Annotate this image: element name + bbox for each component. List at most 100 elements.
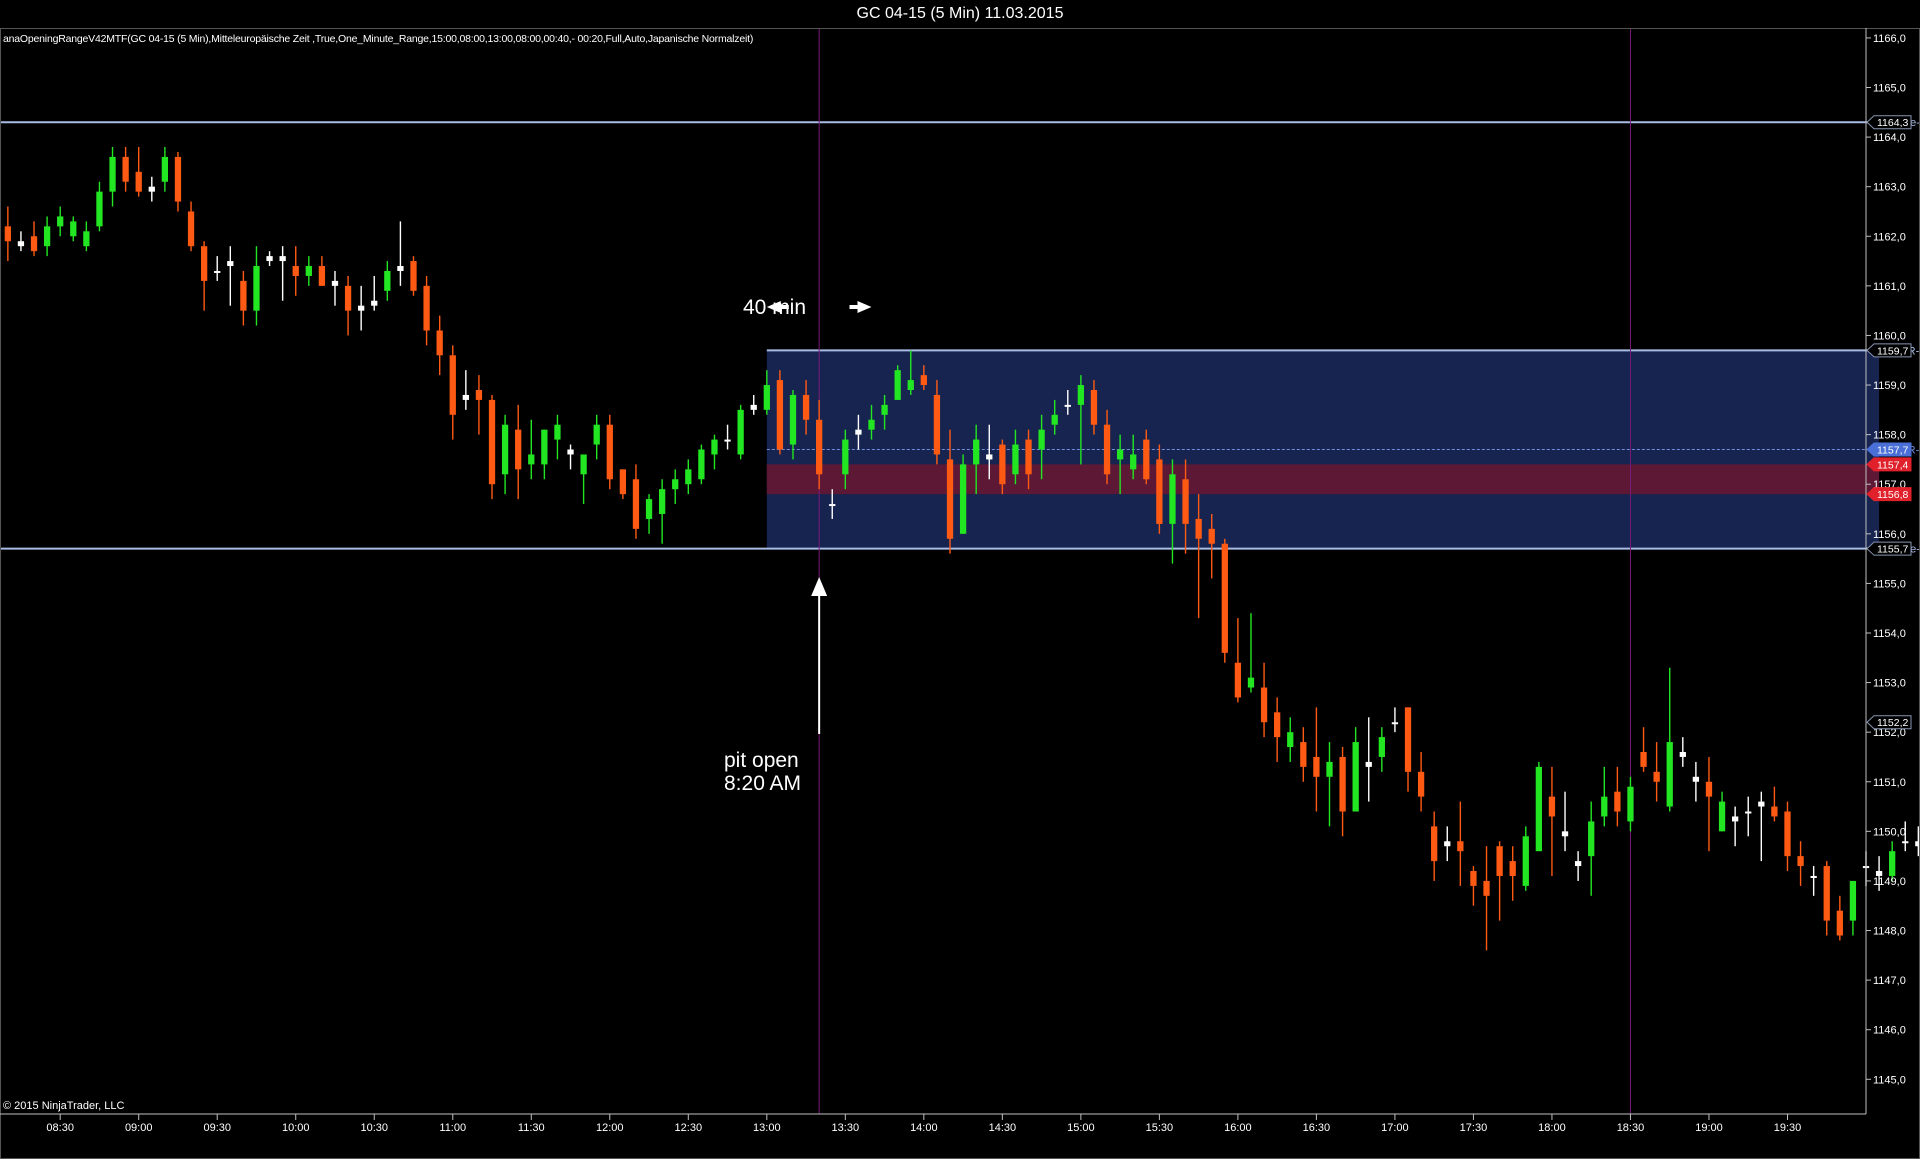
candle[interactable] bbox=[488, 394, 496, 500]
candle[interactable] bbox=[240, 270, 247, 326]
candle[interactable] bbox=[305, 256, 312, 286]
candle[interactable] bbox=[1378, 727, 1385, 772]
candle[interactable] bbox=[436, 315, 443, 376]
candle[interactable] bbox=[1300, 727, 1307, 782]
candle[interactable] bbox=[528, 419, 535, 480]
candle[interactable] bbox=[1417, 752, 1425, 812]
candle[interactable] bbox=[776, 370, 784, 455]
candle[interactable] bbox=[698, 444, 705, 485]
candle[interactable] bbox=[1705, 756, 1713, 852]
candlestick-chart[interactable]: Pre-HighOR-HighOR-MidPre-Low/OR-Low 1145… bbox=[0, 0, 1920, 1159]
candle[interactable] bbox=[1666, 667, 1673, 812]
candle[interactable] bbox=[1627, 776, 1634, 832]
candle[interactable] bbox=[1574, 851, 1582, 881]
candle[interactable] bbox=[57, 206, 64, 237]
candle[interactable] bbox=[593, 414, 600, 460]
candle[interactable] bbox=[894, 365, 901, 400]
candle[interactable] bbox=[122, 147, 129, 192]
candle[interactable] bbox=[737, 404, 744, 460]
candle[interactable] bbox=[959, 454, 967, 534]
candle[interactable] bbox=[1718, 791, 1726, 832]
candle[interactable] bbox=[449, 345, 456, 440]
candle[interactable] bbox=[200, 241, 208, 311]
candle[interactable] bbox=[161, 147, 169, 192]
candle[interactable] bbox=[1352, 727, 1359, 812]
candle[interactable] bbox=[17, 231, 25, 252]
candle[interactable] bbox=[750, 394, 757, 415]
candle[interactable] bbox=[96, 181, 103, 232]
candle[interactable] bbox=[1287, 717, 1294, 762]
candle[interactable] bbox=[711, 434, 718, 470]
candle[interactable] bbox=[253, 246, 260, 326]
candle[interactable] bbox=[645, 494, 653, 534]
candle[interactable] bbox=[43, 216, 51, 257]
candle[interactable] bbox=[1522, 826, 1529, 891]
candle[interactable] bbox=[331, 270, 339, 306]
candle[interactable] bbox=[1326, 742, 1333, 827]
candle[interactable] bbox=[1771, 786, 1778, 822]
candle[interactable] bbox=[1797, 841, 1804, 886]
candle[interactable] bbox=[148, 176, 155, 202]
candle[interactable] bbox=[501, 414, 509, 495]
candle[interactable] bbox=[292, 246, 299, 296]
candle[interactable] bbox=[1483, 846, 1490, 951]
candle[interactable] bbox=[358, 285, 365, 331]
candle[interactable] bbox=[1745, 796, 1752, 837]
candle[interactable] bbox=[1548, 766, 1556, 876]
candle[interactable] bbox=[1247, 613, 1255, 693]
candle[interactable] bbox=[1339, 747, 1346, 837]
candle[interactable] bbox=[1431, 811, 1438, 881]
candle[interactable] bbox=[462, 370, 469, 410]
candle[interactable] bbox=[606, 414, 613, 490]
candle[interactable] bbox=[1274, 697, 1281, 762]
candle[interactable] bbox=[1614, 766, 1621, 827]
candle[interactable] bbox=[318, 256, 326, 286]
candle[interactable] bbox=[1313, 707, 1320, 812]
candle[interactable] bbox=[541, 429, 548, 480]
candle[interactable] bbox=[1679, 737, 1686, 767]
candle[interactable] bbox=[214, 256, 221, 281]
candle[interactable] bbox=[109, 147, 116, 207]
candle[interactable] bbox=[632, 464, 640, 539]
candle[interactable] bbox=[30, 221, 38, 257]
candle[interactable] bbox=[187, 201, 195, 252]
candle[interactable] bbox=[1404, 707, 1412, 792]
candle[interactable] bbox=[384, 261, 391, 301]
candle[interactable] bbox=[1810, 866, 1817, 896]
chart-frame[interactable]: Pre-HighOR-HighOR-MidPre-Low/OR-Low 1145… bbox=[0, 0, 1920, 1159]
candle[interactable] bbox=[135, 147, 142, 197]
candle[interactable] bbox=[174, 151, 182, 212]
candle[interactable] bbox=[567, 444, 574, 470]
candle[interactable] bbox=[1849, 880, 1857, 936]
candle[interactable] bbox=[1509, 846, 1516, 901]
candle[interactable] bbox=[266, 251, 273, 267]
candle[interactable] bbox=[1732, 806, 1739, 847]
candle[interactable] bbox=[658, 479, 666, 544]
candle[interactable] bbox=[1470, 866, 1477, 906]
candle[interactable] bbox=[1588, 801, 1595, 896]
candle[interactable] bbox=[554, 414, 561, 460]
candle[interactable] bbox=[1758, 791, 1765, 862]
candle[interactable] bbox=[423, 275, 430, 346]
candle[interactable] bbox=[1391, 707, 1399, 733]
candle[interactable] bbox=[1457, 801, 1464, 886]
candle[interactable] bbox=[1260, 662, 1268, 738]
candle[interactable] bbox=[1692, 761, 1700, 802]
candle[interactable] bbox=[227, 246, 234, 306]
candle[interactable] bbox=[475, 375, 483, 435]
candle[interactable] bbox=[1234, 618, 1242, 703]
candle[interactable] bbox=[1444, 826, 1451, 862]
candle[interactable] bbox=[83, 221, 90, 252]
candle[interactable] bbox=[371, 275, 378, 311]
candle[interactable] bbox=[1561, 791, 1569, 852]
candle[interactable] bbox=[1823, 861, 1830, 936]
candle[interactable] bbox=[344, 275, 352, 336]
candle[interactable] bbox=[1365, 717, 1372, 802]
candle[interactable] bbox=[1836, 895, 1843, 941]
candle[interactable] bbox=[1784, 801, 1791, 872]
candle[interactable] bbox=[515, 404, 522, 500]
candle[interactable] bbox=[685, 459, 692, 495]
candle[interactable] bbox=[1601, 766, 1608, 827]
candle[interactable] bbox=[1496, 841, 1503, 921]
candle[interactable] bbox=[619, 469, 627, 500]
